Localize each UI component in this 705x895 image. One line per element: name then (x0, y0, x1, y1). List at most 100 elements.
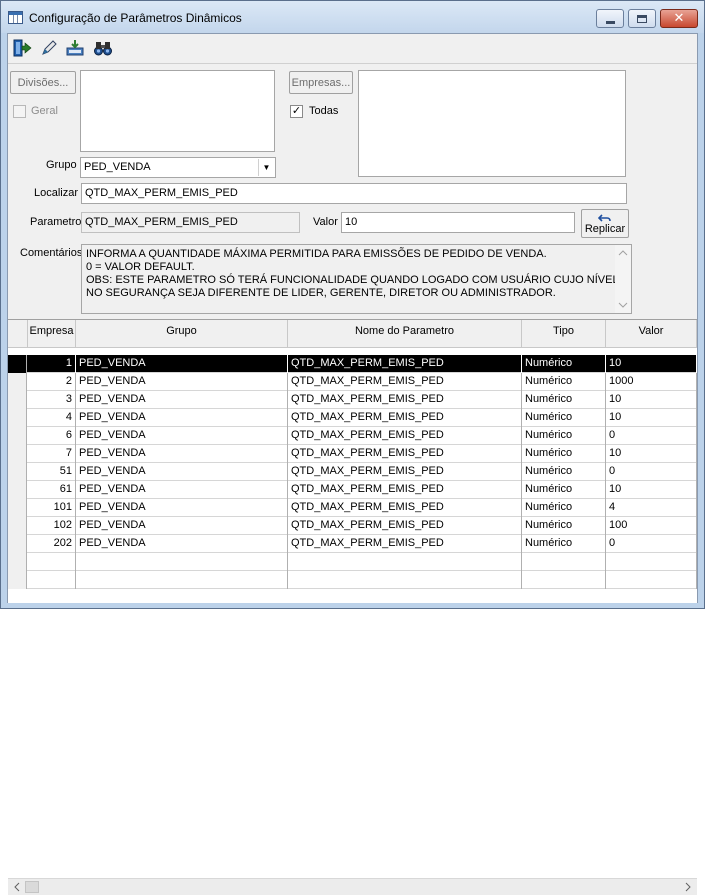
cell-nome[interactable]: QTD_MAX_PERM_EMIS_PED (288, 409, 522, 427)
cell-tipo[interactable]: Numérico (522, 409, 606, 427)
row-indicator[interactable] (8, 427, 27, 445)
cell-tipo[interactable]: Numérico (522, 535, 606, 553)
column-header-tipo[interactable]: Tipo (522, 320, 606, 348)
cell-valor[interactable]: 0 (606, 535, 697, 553)
cell-grupo[interactable]: PED_VENDA (76, 427, 288, 445)
find-button[interactable] (91, 37, 115, 59)
horizontal-scrollbar[interactable] (8, 878, 697, 895)
cell-tipo[interactable] (522, 553, 606, 571)
table-row[interactable]: 101 PED_VENDA QTD_MAX_PERM_EMIS_PED Numéric… (8, 499, 697, 517)
table-row[interactable] (8, 553, 697, 571)
cell-tipo[interactable]: Numérico (522, 373, 606, 391)
cell-grupo[interactable] (76, 553, 288, 571)
cell-tipo[interactable]: Numérico (522, 517, 606, 535)
chevron-down-icon[interactable]: ▼ (258, 159, 274, 176)
cell-tipo[interactable]: Numérico (522, 463, 606, 481)
close-button[interactable]: ✕ (660, 9, 698, 28)
cell-empresa[interactable] (28, 571, 76, 589)
cell-empresa[interactable]: 1 (28, 355, 76, 373)
table-row[interactable]: 7 PED_VENDA QTD_MAX_PERM_EMIS_PED Numérico 1… (8, 445, 697, 463)
cell-tipo[interactable]: Numérico (522, 445, 606, 463)
table-row[interactable] (8, 571, 697, 589)
table-row[interactable]: 2 PED_VENDA QTD_MAX_PERM_EMIS_PED Numérico 1… (8, 373, 697, 391)
cell-empresa[interactable]: 61 (28, 481, 76, 499)
cell-valor[interactable] (606, 553, 697, 571)
cell-valor[interactable]: 0 (606, 463, 697, 481)
cell-nome[interactable]: QTD_MAX_PERM_EMIS_PED (288, 445, 522, 463)
cell-grupo[interactable]: PED_VENDA (76, 445, 288, 463)
row-indicator[interactable] (8, 463, 27, 481)
cell-tipo[interactable]: Numérico (522, 355, 606, 373)
column-header-empresa[interactable]: Empresa (28, 320, 76, 348)
cell-tipo[interactable] (522, 571, 606, 589)
row-indicator[interactable] (8, 391, 27, 409)
table-row[interactable]: 1 PED_VENDA QTD_MAX_PERM_EMIS_PED Numérico 1… (8, 355, 697, 373)
cell-nome[interactable]: QTD_MAX_PERM_EMIS_PED (288, 499, 522, 517)
row-indicator[interactable] (8, 499, 27, 517)
cell-grupo[interactable]: PED_VENDA (76, 463, 288, 481)
cell-grupo[interactable]: PED_VENDA (76, 409, 288, 427)
cell-empresa[interactable]: 101 (28, 499, 76, 517)
cell-valor[interactable]: 100 (606, 517, 697, 535)
cell-valor[interactable] (606, 571, 697, 589)
comentarios-memo[interactable]: INFORMA A QUANTIDADE MÁXIMA PERMITIDA PA… (81, 244, 632, 314)
row-indicator[interactable] (8, 355, 27, 373)
localizar-input[interactable]: QTD_MAX_PERM_EMIS_PED (81, 183, 627, 204)
cell-nome[interactable]: QTD_MAX_PERM_EMIS_PED (288, 463, 522, 481)
cell-nome[interactable]: QTD_MAX_PERM_EMIS_PED (288, 373, 522, 391)
row-indicator[interactable] (8, 481, 27, 499)
scrollbar-thumb[interactable] (25, 881, 39, 893)
cell-tipo[interactable]: Numérico (522, 391, 606, 409)
title-bar[interactable]: Configuração de Parâmetros Dinâmicos ✕ (1, 1, 704, 33)
cell-nome[interactable] (288, 553, 522, 571)
row-indicator[interactable] (8, 553, 27, 571)
cell-tipo[interactable]: Numérico (522, 499, 606, 517)
row-indicator[interactable] (8, 409, 27, 427)
table-row[interactable]: 3 PED_VENDA QTD_MAX_PERM_EMIS_PED Numérico 1… (8, 391, 697, 409)
cell-nome[interactable]: QTD_MAX_PERM_EMIS_PED (288, 427, 522, 445)
cell-nome[interactable]: QTD_MAX_PERM_EMIS_PED (288, 391, 522, 409)
column-header-nome[interactable]: Nome do Parametro (288, 320, 522, 348)
cell-nome[interactable]: QTD_MAX_PERM_EMIS_PED (288, 535, 522, 553)
cell-grupo[interactable]: PED_VENDA (76, 355, 288, 373)
exit-button[interactable] (11, 37, 35, 59)
maximize-button[interactable] (628, 9, 656, 28)
row-indicator[interactable] (8, 517, 27, 535)
cell-valor[interactable]: 10 (606, 481, 697, 499)
cell-empresa[interactable]: 6 (28, 427, 76, 445)
cell-nome[interactable]: QTD_MAX_PERM_EMIS_PED (288, 355, 522, 373)
cell-empresa[interactable]: 202 (28, 535, 76, 553)
cell-nome[interactable] (288, 571, 522, 589)
row-indicator[interactable] (8, 445, 27, 463)
edit-button[interactable] (37, 37, 61, 59)
cell-nome[interactable]: QTD_MAX_PERM_EMIS_PED (288, 481, 522, 499)
cell-grupo[interactable]: PED_VENDA (76, 391, 288, 409)
geral-checkbox[interactable] (13, 105, 26, 118)
table-row[interactable]: 102 PED_VENDA QTD_MAX_PERM_EMIS_PED Numéric… (8, 517, 697, 535)
memo-scrollbar[interactable] (615, 245, 631, 313)
table-row[interactable]: 6 PED_VENDA QTD_MAX_PERM_EMIS_PED Numérico 0 (8, 427, 697, 445)
column-header-grupo[interactable]: Grupo (76, 320, 288, 348)
cell-grupo[interactable] (76, 571, 288, 589)
save-button[interactable] (63, 37, 87, 59)
empresas-button[interactable]: Empresas... (289, 71, 353, 94)
column-header-valor[interactable]: Valor (606, 320, 697, 348)
cell-grupo[interactable]: PED_VENDA (76, 373, 288, 391)
row-indicator[interactable] (8, 571, 27, 589)
cell-empresa[interactable] (28, 553, 76, 571)
valor-input[interactable]: 10 (341, 212, 575, 233)
empresas-listbox[interactable] (358, 70, 626, 177)
cell-valor[interactable]: 10 (606, 391, 697, 409)
cell-empresa[interactable]: 7 (28, 445, 76, 463)
cell-empresa[interactable]: 3 (28, 391, 76, 409)
todas-checkbox[interactable]: ✓ (290, 105, 303, 118)
row-indicator[interactable] (8, 373, 27, 391)
cell-tipo[interactable]: Numérico (522, 427, 606, 445)
table-row[interactable]: 4 PED_VENDA QTD_MAX_PERM_EMIS_PED Numérico 1… (8, 409, 697, 427)
cell-valor[interactable]: 0 (606, 427, 697, 445)
cell-valor[interactable]: 4 (606, 499, 697, 517)
cell-grupo[interactable]: PED_VENDA (76, 535, 288, 553)
minimize-button[interactable] (596, 9, 624, 28)
grupo-select[interactable]: PED_VENDA ▼ (80, 157, 276, 178)
table-row[interactable]: 202 PED_VENDA QTD_MAX_PERM_EMIS_PED Numéric… (8, 535, 697, 553)
